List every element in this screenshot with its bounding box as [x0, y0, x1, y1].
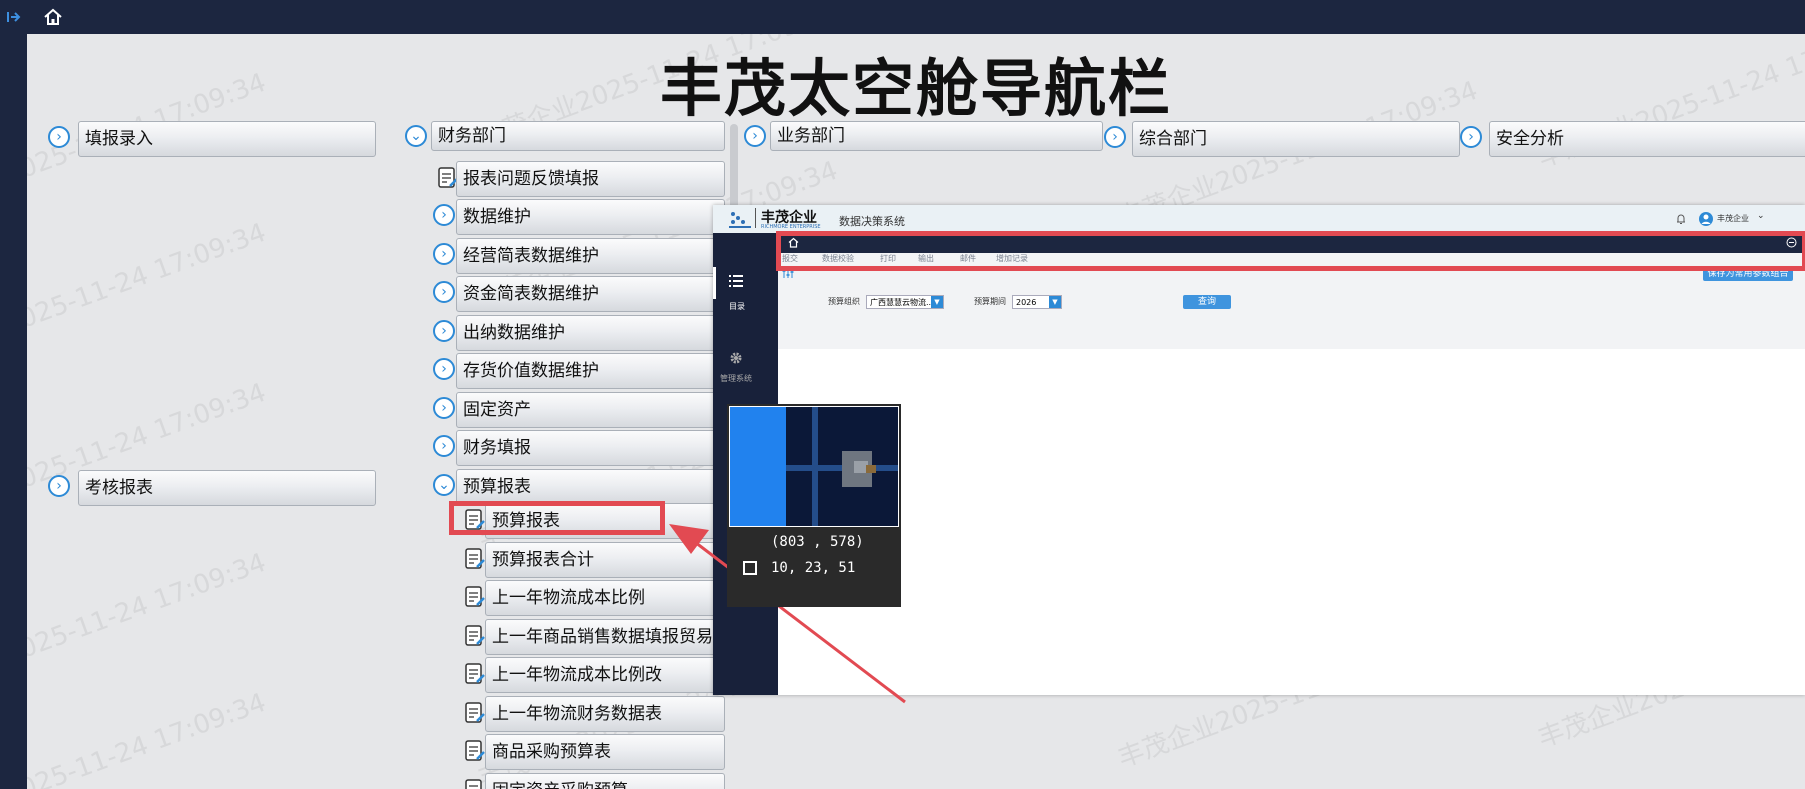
chevron-right-circle-icon[interactable]: ›: [433, 320, 455, 342]
overlay-side-admin[interactable]: 管理系统: [720, 373, 752, 384]
dropdown-arrow-icon[interactable]: ▼: [931, 296, 943, 308]
nav-item-fund-summary[interactable]: 资金简表数据维护: [456, 276, 725, 312]
field-org-label: 预算组织: [828, 297, 860, 306]
overlay-system-name: 数据决策系统: [839, 215, 905, 228]
document-edit-icon: [465, 586, 485, 607]
chevron-right-circle-icon[interactable]: ›: [744, 125, 766, 147]
list-icon[interactable]: [729, 275, 743, 287]
highlight-box: [776, 231, 1805, 271]
page-title: 丰茂太空舱导航栏: [659, 52, 1172, 125]
query-button[interactable]: 查询: [1183, 295, 1231, 309]
nav-header-safety[interactable]: 安全分析: [1489, 121, 1805, 157]
expand-sidebar-icon[interactable]: [4, 6, 24, 28]
org-select-value: 广西慧慧云物流...: [870, 298, 934, 307]
highlight-box: [449, 501, 665, 535]
org-select[interactable]: 广西慧慧云物流... ▼: [866, 295, 944, 309]
chevron-right-circle-icon[interactable]: ›: [1104, 126, 1126, 148]
nav-item-fill-entry[interactable]: 填报录入: [78, 121, 376, 157]
overlay-user-name[interactable]: 丰茂企业: [1717, 213, 1749, 224]
nav-header-finance[interactable]: 财务部门: [431, 121, 725, 151]
color-swatch: [743, 561, 757, 575]
chevron-right-circle-icon[interactable]: ›: [433, 358, 455, 380]
nav-item-cashier-data[interactable]: 出纳数据维护: [456, 315, 725, 351]
chevron-right-circle-icon[interactable]: ›: [48, 475, 70, 497]
document-edit-icon: [465, 548, 485, 569]
chevron-right-circle-icon[interactable]: ›: [433, 281, 455, 303]
nav-item-operating-summary[interactable]: 经营简表数据维护: [456, 238, 725, 274]
nav-item-report-feedback[interactable]: 报表问题反馈填报: [456, 161, 725, 197]
chevron-right-circle-icon[interactable]: ›: [433, 243, 455, 265]
overlay-side-catalog[interactable]: 目录: [729, 301, 745, 312]
nav-item-inventory-value[interactable]: 存货价值数据维护: [456, 353, 725, 389]
inspector-coordinates: (803 , 578): [771, 534, 864, 550]
bell-icon[interactable]: [1675, 213, 1687, 225]
chevron-down-circle-icon[interactable]: ⌄: [405, 125, 427, 147]
nav-item-budget-reports-group[interactable]: 预算报表: [456, 469, 725, 505]
chevron-right-circle-icon[interactable]: ›: [433, 435, 455, 457]
chevron-down-icon[interactable]: ⌄: [1757, 211, 1765, 221]
home-icon[interactable]: [42, 6, 64, 28]
left-strip: [0, 34, 27, 789]
period-select[interactable]: 2026 ▼: [1012, 295, 1062, 309]
chevron-down-circle-icon[interactable]: ⌄: [433, 474, 455, 496]
pixel-inspector: (803 , 578) 10, 23, 51: [727, 404, 901, 607]
nav-item-assessment-reports[interactable]: 考核报表: [78, 470, 376, 506]
nav-item-fixed-asset-purchase-budget[interactable]: 固定资产采购预算: [485, 773, 725, 789]
document-edit-icon: [465, 625, 485, 646]
nav-item-fixed-assets[interactable]: 固定资产: [456, 392, 725, 428]
chevron-right-circle-icon[interactable]: ›: [433, 397, 455, 419]
document-edit-icon: [465, 702, 485, 723]
period-select-value: 2026: [1016, 298, 1037, 307]
navigation-canvas: 2025-11-24 17:09:34 丰茂企业 2025-11-24 17:09…: [27, 34, 1805, 789]
gear-icon[interactable]: [729, 351, 743, 365]
user-avatar-icon[interactable]: [1698, 211, 1714, 227]
document-edit-icon: [465, 779, 482, 789]
nav-header-business[interactable]: 业务部门: [770, 121, 1103, 151]
inspector-rgb: 10, 23, 51: [771, 560, 856, 576]
dropdown-arrow-icon[interactable]: ▼: [1049, 296, 1061, 308]
overlay-header: 丰茂企业 RICHMORE ENTERPRISE 数据决策系统 丰茂企业 ⌄: [713, 205, 1805, 234]
divider: [755, 208, 756, 228]
magnified-preview: [729, 406, 899, 527]
chevron-right-circle-icon[interactable]: ›: [433, 204, 455, 226]
watermark: 2025-11-24 17:09:34: [27, 217, 270, 341]
nav-header-general[interactable]: 综合部门: [1132, 121, 1460, 157]
nav-item-finance-entry[interactable]: 财务填报: [456, 430, 725, 466]
field-period-label: 预算期间: [974, 297, 1006, 306]
nav-item-purchase-budget[interactable]: 商品采购预算表: [485, 734, 725, 770]
overlay-brand-sub: RICHMORE ENTERPRISE: [761, 224, 821, 230]
document-edit-icon: [465, 740, 485, 761]
top-bar: [0, 0, 1805, 34]
document-edit-icon: [465, 663, 485, 684]
watermark: 2025-11-24 17:09:34: [27, 547, 270, 671]
overlay-query-form: 保存为常用参数组合 预算组织 广西慧慧云物流... ▼ 预算期间 2026 ▼ 查询: [778, 265, 1805, 349]
active-indicator: [713, 267, 716, 299]
watermark: 2025-11-24 17:09:34: [27, 687, 270, 789]
brand-logo-icon: [729, 212, 751, 228]
chevron-right-circle-icon[interactable]: ›: [1460, 126, 1482, 148]
chevron-right-circle-icon[interactable]: ›: [48, 126, 70, 148]
nav-item-data-maintenance[interactable]: 数据维护: [456, 199, 725, 235]
